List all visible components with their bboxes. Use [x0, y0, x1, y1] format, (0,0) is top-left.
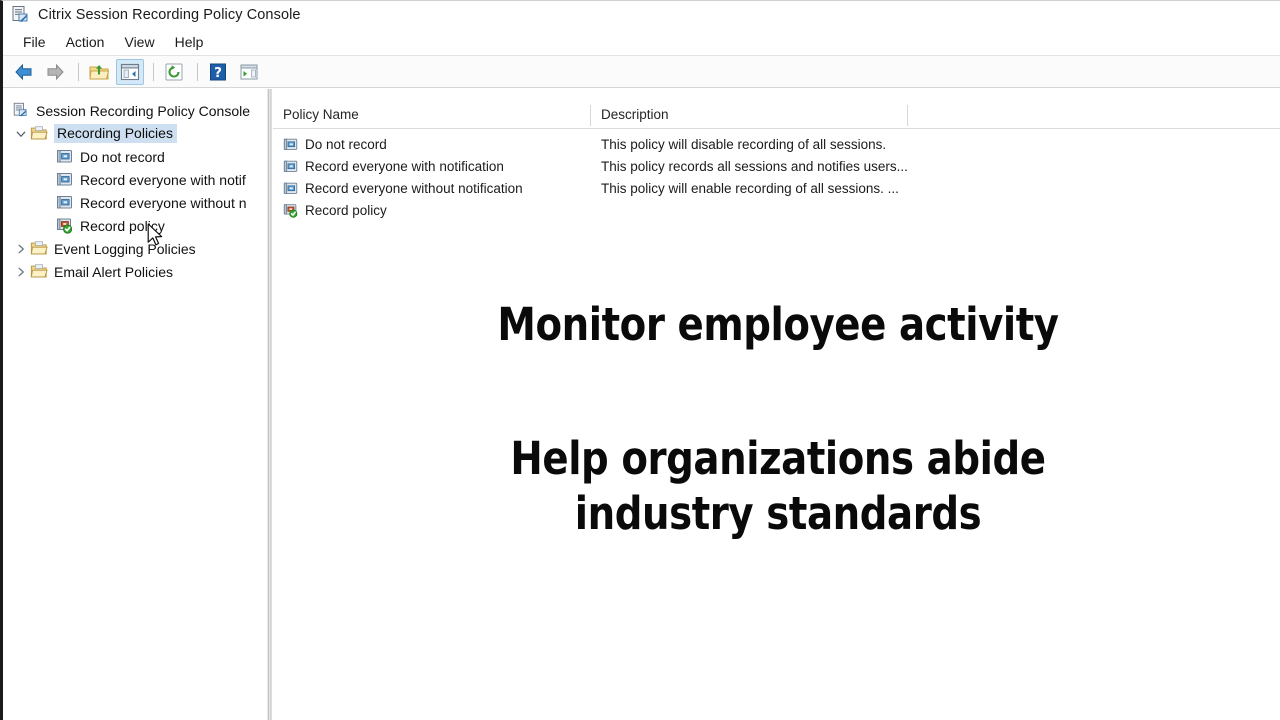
menu-help[interactable]: Help — [165, 32, 214, 52]
list-header: Policy Name Description — [273, 103, 1280, 129]
tree-item-record-everyone-without-notification-label: Record everyone without n — [80, 194, 247, 211]
toolbar-separator — [153, 62, 154, 81]
up-one-level-icon[interactable] — [85, 59, 113, 85]
table-row[interactable]: Record policy — [273, 199, 1280, 221]
policy-icon — [56, 171, 74, 188]
menu-view[interactable]: View — [114, 32, 164, 52]
tree-item-email-alert-policies[interactable]: Email Alert Policies — [6, 260, 267, 283]
console-root-icon — [12, 102, 30, 119]
export-list-icon[interactable] — [235, 59, 263, 85]
tree-item-recording-policies-label: Recording Policies — [54, 124, 177, 143]
menu-file[interactable]: File — [13, 32, 56, 52]
policy-icon — [56, 194, 74, 211]
tree-item-event-logging-policies-label: Event Logging Policies — [54, 240, 196, 257]
table-row[interactable]: Record everyone without notification Thi… — [273, 177, 1280, 199]
console-tree-panel[interactable]: Session Recording Policy Console Recordi… — [6, 89, 267, 720]
chevron-down-icon[interactable] — [12, 125, 30, 143]
toolbar-separator — [78, 62, 79, 81]
policy-active-icon — [283, 203, 299, 218]
list-row-description-cell: This policy will enable recording of all… — [601, 180, 899, 196]
tree-item-record-policy[interactable]: Record policy — [6, 214, 267, 237]
table-row[interactable]: Do not record This policy will disable r… — [273, 133, 1280, 155]
list-row-name-cell: Record everyone with notification — [273, 159, 591, 174]
application-window: Citrix Session Recording Policy Console … — [0, 0, 1280, 720]
show-hide-console-tree-icon[interactable] — [116, 58, 144, 85]
table-row[interactable]: Record everyone with notification This p… — [273, 155, 1280, 177]
list-row-name-text: Do not record — [305, 136, 387, 152]
menu-bar: File Action View Help — [3, 29, 1280, 56]
svg-text:?: ? — [214, 65, 222, 81]
tree-item-do-not-record-label: Do not record — [80, 148, 165, 165]
chevron-right-icon[interactable] — [12, 263, 30, 281]
list-row-name-text: Record policy — [305, 202, 387, 218]
tree-item-do-not-record[interactable]: Do not record — [6, 145, 267, 168]
policy-icon — [283, 159, 299, 174]
list-row-name-cell: Record everyone without notification — [273, 181, 591, 196]
policy-active-icon — [56, 217, 74, 234]
column-description-label: Description — [601, 107, 669, 122]
tree-item-record-policy-label: Record policy — [80, 217, 165, 234]
tree-item-root-label: Session Recording Policy Console — [36, 102, 250, 119]
list-row-name-cell: Record policy — [273, 203, 591, 218]
tree-item-event-logging-policies[interactable]: Event Logging Policies — [6, 237, 267, 260]
list-row-name-text: Record everyone with notification — [305, 158, 504, 174]
tree-item-record-everyone-with-notification-label: Record everyone with notif — [80, 171, 246, 188]
mmc-console-icon — [11, 5, 31, 25]
policy-list-panel[interactable]: Policy Name Description Do not record Th… — [273, 89, 1280, 720]
folder-open-icon — [30, 263, 48, 280]
policy-icon — [56, 148, 74, 165]
forward-arrow-icon[interactable] — [41, 59, 69, 85]
chevron-right-icon[interactable] — [12, 240, 30, 258]
column-policy-name-label: Policy Name — [283, 107, 359, 122]
refresh-icon[interactable] — [160, 59, 188, 85]
column-divider[interactable] — [907, 105, 908, 126]
folder-open-icon — [30, 240, 48, 257]
back-arrow-icon[interactable] — [10, 59, 38, 85]
title-bar: Citrix Session Recording Policy Console — [3, 1, 1280, 29]
policy-icon — [283, 181, 299, 196]
tree-item-record-everyone-without-notification[interactable]: Record everyone without n — [6, 191, 267, 214]
toolbar-separator — [197, 62, 198, 81]
tree-item-record-everyone-with-notification[interactable]: Record everyone with notif — [6, 168, 267, 191]
tree-item-recording-policies[interactable]: Recording Policies — [6, 122, 267, 145]
menu-action[interactable]: Action — [56, 32, 115, 52]
policy-icon — [283, 137, 299, 152]
column-description[interactable]: Description — [591, 103, 908, 128]
tree-item-root[interactable]: Session Recording Policy Console — [6, 99, 267, 122]
column-policy-name[interactable]: Policy Name — [273, 103, 591, 128]
folder-open-icon — [30, 125, 48, 142]
list-row-name-text: Record everyone without notification — [305, 180, 523, 196]
panel-splitter[interactable] — [267, 89, 272, 720]
tree-item-email-alert-policies-label: Email Alert Policies — [54, 263, 174, 280]
list-row-name-cell: Do not record — [273, 137, 591, 152]
toolbar: ? — [3, 56, 1280, 88]
list-row-description-cell: This policy will disable recording of al… — [601, 136, 887, 152]
window-title: Citrix Session Recording Policy Console — [38, 7, 301, 23]
help-icon[interactable]: ? — [204, 59, 232, 85]
list-row-description-cell: This policy records all sessions and not… — [601, 158, 908, 174]
